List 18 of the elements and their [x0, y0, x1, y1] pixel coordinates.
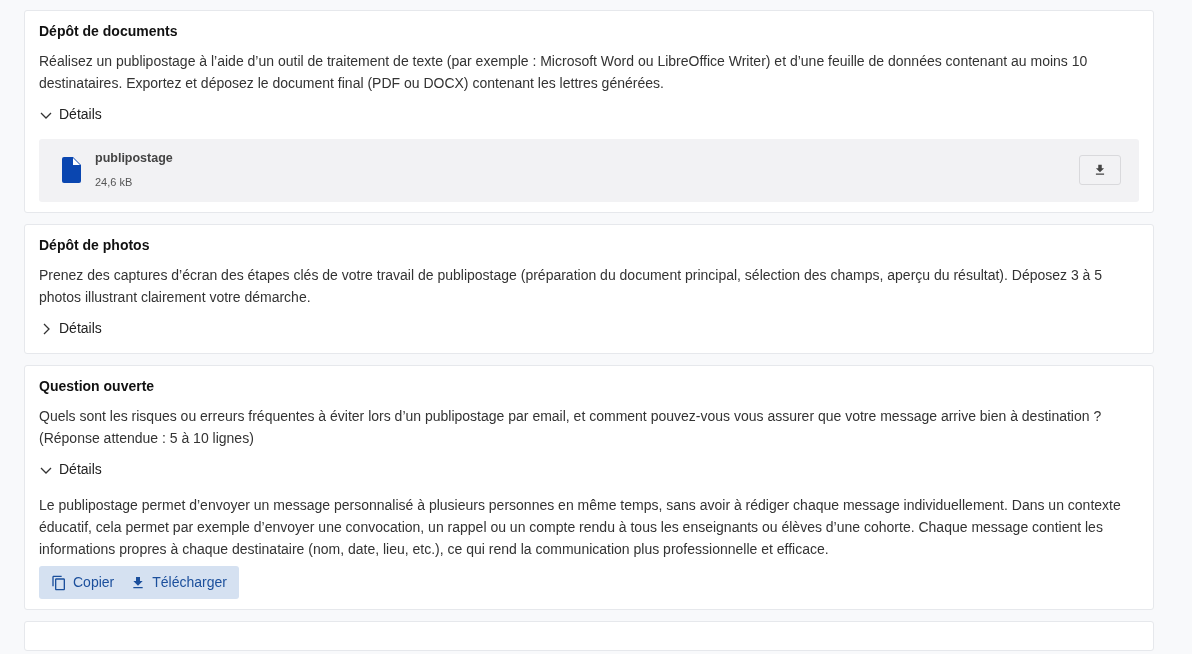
section-title: Dépôt de photos: [39, 236, 151, 256]
answer-text: Le publipostage permet d’envoyer un message personnalisé à plusieurs personnes en même temps, sans avoir à rédiger chaque message individuellement. Dans un contexte éducatif, cela permet par exemple d’envoyer une convocation, un rappel ou un compte rendu à tous les enseignants ou élèves d’une cohorte. Chaque message contient les informations propres à chaque destinataire (nom, date, lieu, etc.), ce qui rend la communication plus professionnelle et efficace.: [39, 496, 1122, 560]
copy-icon: [51, 574, 67, 591]
section-description: Quels sont les risques ou erreurs fréquentes à éviter lors d’un publipostage par email, et comment pouvez-vous vous assurer que votre message arrive bien à destination ? (Réponse attendue : 5 à 10 lignes): [39, 407, 1103, 449]
download-icon: [1093, 162, 1107, 177]
section-description: Prenez des captures d’écran des étapes clés de votre travail de publipostage (préparation du document principal, sélection des champs, aperçu du résultat). Déposez 3 à 5 photos illustrant clairement votre démarche.: [39, 266, 1104, 308]
section-title: Question ouverte: [39, 377, 156, 397]
file-size: 24,6 kB: [95, 174, 134, 190]
section-title: Dépôt de documents: [39, 22, 179, 41]
document-icon: [61, 156, 81, 183]
download-button[interactable]: Télécharger: [122, 566, 235, 600]
details-toggle[interactable]: Détails: [39, 459, 102, 481]
details-toggle[interactable]: Détails: [39, 318, 102, 340]
file-name: publipostage: [95, 150, 173, 167]
details-toggle[interactable]: Détails: [39, 104, 102, 125]
section-description: Réalisez un publipostage à l’aide d’un outil de traitement de texte (par exemple : Microsoft Word ou LibreOffice Writer) et d’une feuille de données contenant au moins 10 destinataires. Exportez et déposez le document final (PDF ou DOCX) contenant les lettres générées.: [39, 52, 1089, 93]
download-button[interactable]: [1079, 154, 1121, 185]
copy-button[interactable]: Copier: [43, 566, 123, 600]
